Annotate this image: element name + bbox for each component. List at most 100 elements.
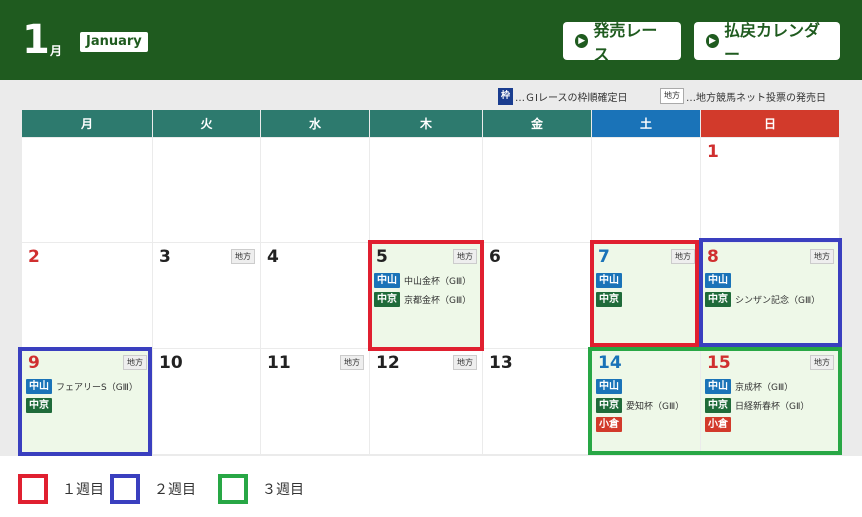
race-entries: 中山 中京 [596, 271, 626, 309]
day-number: 5 [376, 247, 388, 267]
race-entry[interactable]: 中京 京都金杯（GⅢ） [374, 290, 471, 309]
legend-week3: ３週目 [218, 472, 304, 506]
venue-tag: 小倉 [705, 417, 731, 432]
venue-tag: 中山 [596, 379, 622, 394]
venue-tag: 中山 [705, 379, 731, 394]
week2-label: ２週目 [154, 482, 196, 498]
race-name: 日経新春杯（GⅡ） [735, 402, 810, 412]
calendar-day-cell[interactable]: 9 地方 中山 フェアリーS（GⅢ） 中京 [22, 349, 152, 454]
race-entry[interactable]: 中京 [596, 290, 626, 309]
day-number: 12 [376, 353, 400, 373]
race-entries: 中山 フェアリーS（GⅢ） 中京 [26, 377, 138, 415]
weekday-header: 日 [701, 110, 839, 137]
race-entries: 中山中京 愛知杯（GⅢ） 小倉 [596, 377, 684, 434]
chiho-badge[interactable]: 地方 [123, 355, 147, 370]
calendar-day-cell[interactable]: 2 [22, 243, 152, 348]
calendar-day-cell[interactable]: 8 地方 中山 中京 シンザン記念（GⅢ） [701, 243, 839, 348]
week3-color-box [218, 474, 248, 504]
race-entry[interactable]: 中山 フェアリーS（GⅢ） [26, 377, 138, 396]
race-entry[interactable]: 中京 愛知杯（GⅢ） [596, 396, 684, 415]
venue-tag: 中京 [705, 292, 731, 307]
chiho-badge[interactable]: 地方 [231, 249, 255, 264]
day-number: 15 [707, 353, 731, 373]
calendar-empty-cell [153, 138, 260, 242]
race-entry[interactable]: 中山 [596, 377, 684, 396]
chiho-badge[interactable]: 地方 [671, 249, 695, 264]
weekday-header: 月 [22, 110, 152, 137]
calendar-day-cell[interactable]: 10 [153, 349, 260, 454]
venue-tag: 中山 [374, 273, 400, 288]
day-number: 13 [489, 353, 513, 373]
race-entry[interactable]: 小倉 [596, 415, 684, 434]
race-entry[interactable]: 小倉 [705, 415, 809, 434]
calendar-empty-cell [22, 138, 152, 242]
calendar-day-cell[interactable]: 5 地方 中山 中山金杯（GⅢ） 中京 京都金杯（GⅢ） [370, 243, 482, 348]
race-entries: 中山 京成杯（GⅢ） 中京 日経新春杯（GⅡ） 小倉 [705, 377, 809, 434]
legend-waku: 枠 …ＧⅠレースの枠順確定日 [498, 86, 627, 106]
day-number: 7 [598, 247, 610, 267]
venue-tag: 小倉 [596, 417, 622, 432]
race-entry[interactable]: 中山 中山金杯（GⅢ） [374, 271, 471, 290]
chiho-badge[interactable]: 地方 [810, 355, 834, 370]
day-number: 14 [598, 353, 622, 373]
calendar-day-cell[interactable]: 4 [261, 243, 369, 348]
day-number: 3 [159, 247, 171, 267]
venue-tag: 中京 [705, 398, 731, 413]
race-entry[interactable]: 中山 [596, 271, 626, 290]
calendar-empty-cell [483, 138, 591, 242]
day-number: 11 [267, 353, 291, 373]
waku-legend-text: …ＧⅠレースの枠順確定日 [515, 92, 628, 104]
weekday-header: 火 [153, 110, 260, 137]
venue-tag: 中山 [596, 273, 622, 288]
calendar-day-cell[interactable]: 12 地方 [370, 349, 482, 454]
day-number: 1 [707, 142, 719, 162]
day-number: 2 [28, 247, 40, 267]
weekday-header: 水 [261, 110, 369, 137]
venue-tag: 中山 [705, 273, 731, 288]
calendar-day-cell[interactable]: 14 中山中京 愛知杯（GⅢ） 小倉 [592, 349, 700, 454]
calendar-day-cell[interactable]: 7 地方中山中京 [592, 243, 700, 348]
calendar-day-cell[interactable]: 11 地方 [261, 349, 369, 454]
waku-badge: 枠 [498, 87, 514, 105]
race-entry[interactable]: 中山 京成杯（GⅢ） [705, 377, 809, 396]
calendar-day-cell[interactable]: 6 [483, 243, 591, 348]
calendar-day-cell[interactable]: 15 地方 中山 京成杯（GⅢ） 中京 日経新春杯（GⅡ） 小倉 [701, 349, 839, 454]
chiho-badge[interactable]: 地方 [810, 249, 834, 264]
calendar-day-cell[interactable]: 1 [701, 138, 839, 242]
race-entries: 中山中京 シンザン記念（GⅢ） [705, 271, 820, 309]
race-entry[interactable]: 中京 [26, 396, 138, 415]
week1-label: １週目 [62, 482, 104, 498]
venue-tag: 中京 [596, 292, 622, 307]
week2-color-box [110, 474, 140, 504]
legend-chiho: 地方 …地方競馬ネット投票の発売日 [660, 86, 826, 106]
chiho-badge: 地方 [660, 88, 684, 104]
race-entries: 中山 中山金杯（GⅢ） 中京 京都金杯（GⅢ） [374, 271, 471, 309]
month-number: 1 [22, 17, 50, 63]
calendar-header: 1 月 January ▶ 発売レース ▶ 払戻カレンダー [0, 0, 862, 80]
chiho-badge[interactable]: 地方 [340, 355, 364, 370]
release-races-label: 発売レース [593, 21, 658, 64]
calendar-empty-cell [592, 138, 700, 242]
race-entry[interactable]: 中京 日経新春杯（GⅡ） [705, 396, 809, 415]
race-entry[interactable]: 中京 シンザン記念（GⅢ） [705, 290, 820, 309]
race-name: 愛知杯（GⅢ） [626, 402, 685, 412]
week1-color-box [18, 474, 48, 504]
race-name: 中山金杯（GⅢ） [404, 277, 472, 287]
calendar-day-cell[interactable]: 13 [483, 349, 591, 454]
venue-tag: 中山 [26, 379, 52, 394]
race-entry[interactable]: 中山 [705, 271, 820, 290]
payout-calendar-button[interactable]: ▶ 払戻カレンダー [694, 21, 840, 64]
day-number: 10 [159, 353, 183, 373]
circle-arrow-right-icon: ▶ [575, 34, 589, 48]
release-races-button[interactable]: ▶ 発売レース [563, 21, 681, 64]
race-name: 京成杯（GⅢ） [735, 383, 794, 393]
legend-week1: １週目 [18, 472, 104, 506]
race-name: フェアリーS（GⅢ） [56, 383, 138, 393]
day-number: 9 [28, 353, 40, 373]
venue-tag: 中京 [596, 398, 622, 413]
legend-week2: ２週目 [110, 472, 196, 506]
calendar-day-cell[interactable]: 3 地方 [153, 243, 260, 348]
chiho-legend-text: …地方競馬ネット投票の発売日 [686, 92, 826, 104]
chiho-badge[interactable]: 地方 [453, 249, 477, 264]
chiho-badge[interactable]: 地方 [453, 355, 477, 370]
